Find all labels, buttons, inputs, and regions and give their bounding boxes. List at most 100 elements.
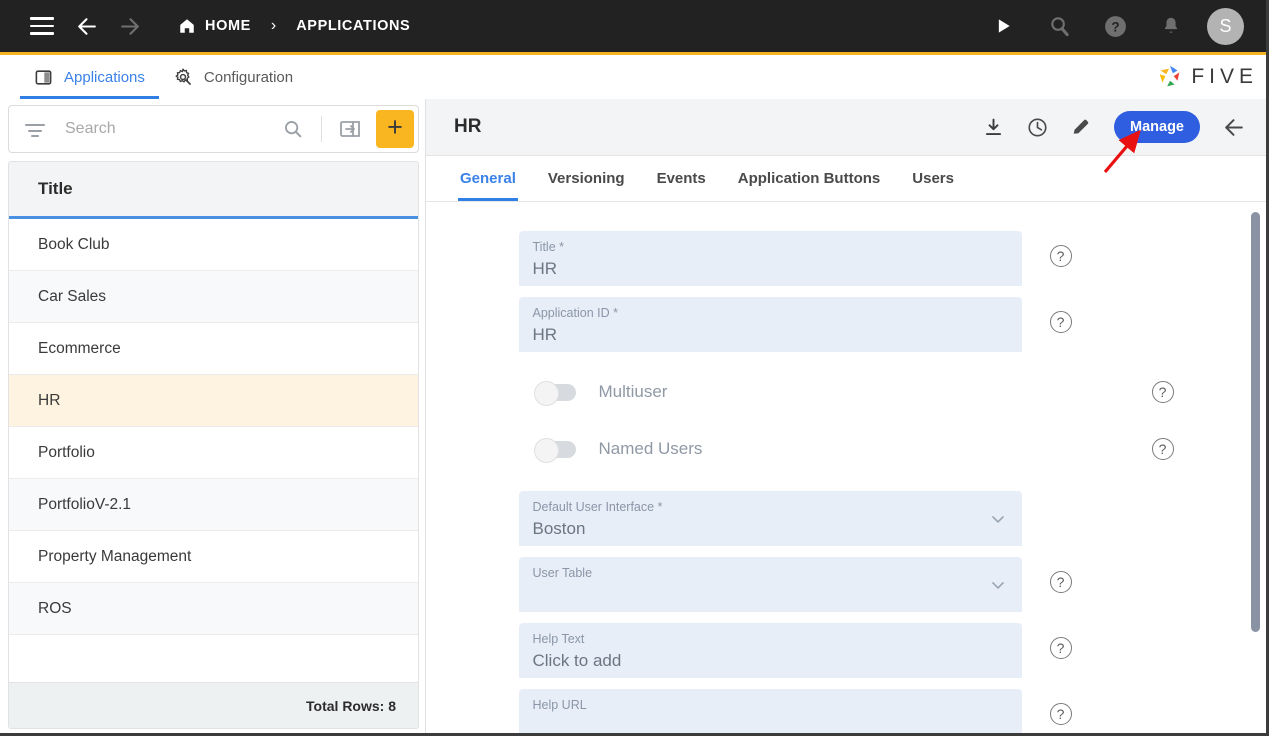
tab-versioning[interactable]: Versioning	[532, 156, 641, 201]
table-row[interactable]: Portfolio	[9, 427, 418, 479]
download-button[interactable]	[978, 112, 1008, 142]
search-magnifier-icon	[1050, 16, 1069, 36]
form-row-user-table: User Table ?	[518, 557, 1174, 612]
form-row-multiuser: Multiuser ?	[519, 373, 1174, 411]
search-button[interactable]	[273, 109, 313, 149]
five-logo-icon	[1160, 65, 1180, 87]
brand-text: FIVE	[1191, 65, 1258, 88]
notifications-bell-icon	[1164, 17, 1178, 33]
tab-applications[interactable]: Applications	[20, 55, 159, 99]
module-tab-strip: Applications Configuration FIVE	[0, 55, 1266, 99]
application-id-field-label: Application ID *	[532, 306, 618, 320]
breadcrumb-item-home[interactable]: HOME	[178, 17, 251, 35]
avatar[interactable]: S	[1207, 7, 1244, 45]
hamburger-menu-button[interactable]	[22, 6, 62, 46]
help-url-value	[533, 716, 1006, 733]
tab-events[interactable]: Events	[641, 156, 722, 201]
global-search-button[interactable]	[1039, 6, 1079, 46]
application-id-field[interactable]: Application ID * HR	[518, 297, 1022, 352]
notifications-button[interactable]	[1151, 6, 1191, 46]
form-row-help-text: Help Text Click to add ?	[518, 623, 1174, 678]
grid-column-header-title[interactable]: Title	[9, 162, 418, 219]
table-row[interactable]: Car Sales	[9, 271, 418, 323]
table-row[interactable]: PortfolioV-2.1	[9, 479, 418, 531]
edit-button[interactable]	[1066, 112, 1096, 142]
title-field-label: Title *	[532, 240, 565, 254]
table-row[interactable]: Property Management	[9, 531, 418, 583]
close-panel-button[interactable]	[1218, 112, 1248, 142]
form-row-help-url: Help URL ?	[518, 689, 1174, 733]
default-user-interface-label: Default User Interface *	[532, 500, 663, 514]
default-user-interface-value: Boston	[532, 519, 586, 538]
help-button[interactable]: ?	[1095, 6, 1135, 46]
toolbar-divider	[321, 116, 322, 142]
detail-panel: HR Manage General Versioning Events Appl…	[425, 99, 1266, 733]
applications-grid: Title Book Club Car Sales Ecommerce HR P…	[8, 161, 419, 729]
title-help-icon[interactable]: ?	[1049, 245, 1072, 267]
arrow-left-icon	[1224, 118, 1243, 136]
manage-button[interactable]: Manage	[1114, 111, 1200, 143]
run-button[interactable]	[983, 6, 1023, 46]
chevron-down-icon	[991, 515, 1004, 523]
breadcrumb-separator: ›	[270, 17, 277, 34]
vertical-scrollbar-thumb[interactable]	[1251, 212, 1260, 632]
table-row[interactable]: Ecommerce	[9, 323, 418, 375]
breadcrumb-item-applications[interactable]: APPLICATIONS	[296, 18, 410, 34]
search-input[interactable]	[65, 120, 273, 138]
tab-versioning-label: Versioning	[547, 170, 625, 187]
help-text-help-icon[interactable]: ?	[1049, 637, 1072, 659]
help-url-field[interactable]: Help URL	[518, 689, 1022, 733]
row-title: Property Management	[38, 547, 192, 565]
tab-configuration[interactable]: Configuration	[159, 55, 307, 99]
row-title: Car Sales	[38, 287, 107, 305]
tab-users[interactable]: Users	[896, 156, 970, 201]
filter-icon[interactable]	[23, 121, 47, 138]
forward-button[interactable]	[110, 6, 150, 46]
title-field-value: HR	[532, 259, 558, 278]
top-nav-left-controls	[22, 6, 150, 46]
application-id-help-icon[interactable]: ?	[1049, 311, 1072, 333]
tab-configuration-label: Configuration	[203, 68, 294, 86]
table-row-selected[interactable]: HR	[9, 375, 418, 427]
tab-application-buttons[interactable]: Application Buttons	[722, 156, 897, 201]
breadcrumb-applications-label: APPLICATIONS	[296, 18, 411, 34]
history-button[interactable]	[1022, 112, 1052, 142]
help-circle-icon: ?	[1104, 15, 1126, 37]
user-table-help-icon[interactable]: ?	[1049, 571, 1072, 593]
tab-general-label: General	[460, 170, 516, 187]
help-text-label: Help Text	[532, 632, 585, 646]
application-window: HOME › APPLICATIONS ? S Applications Con…	[0, 0, 1269, 736]
book-panel-icon	[35, 69, 52, 85]
table-row[interactable]: Book Club	[9, 219, 418, 271]
help-text-field[interactable]: Help Text Click to add	[518, 623, 1022, 678]
title-field[interactable]: Title * HR	[518, 231, 1022, 286]
named-users-toggle[interactable]	[533, 437, 576, 463]
breadcrumb-home-label: HOME	[205, 18, 251, 34]
help-text-value: Click to add	[532, 651, 622, 670]
page-body: + Title Book Club Car Sales Ecommerce	[0, 99, 1266, 733]
page-title: HR	[454, 116, 482, 137]
add-record-button[interactable]: +	[376, 110, 414, 148]
default-user-interface-select[interactable]: Default User Interface * Boston	[518, 491, 1022, 546]
detail-panel-header: HR Manage	[426, 99, 1266, 156]
named-users-help-icon[interactable]: ?	[1151, 438, 1174, 460]
back-button[interactable]	[66, 6, 106, 46]
form-row-title: Title * HR ?	[518, 231, 1174, 286]
row-title: Portfolio	[38, 443, 95, 461]
breadcrumb: HOME › APPLICATIONS	[178, 17, 410, 35]
history-clock-icon	[1027, 117, 1047, 137]
import-arrow-icon	[340, 121, 360, 137]
import-button[interactable]	[330, 109, 370, 149]
named-users-label: Named Users	[598, 439, 703, 458]
top-nav-actions: ? S	[983, 6, 1244, 46]
edit-pencil-icon	[1073, 119, 1089, 134]
multiuser-toggle[interactable]	[533, 380, 576, 406]
tab-general[interactable]: General	[444, 156, 532, 201]
user-table-select[interactable]: User Table	[518, 557, 1022, 612]
multiuser-help-icon[interactable]: ?	[1151, 381, 1174, 403]
help-url-help-icon[interactable]: ?	[1049, 703, 1072, 725]
vertical-scrollbar[interactable]	[1251, 210, 1260, 725]
form-fields-column: Title * HR ? Application ID * HR ? Multi…	[426, 231, 1266, 733]
table-row[interactable]: ROS	[9, 583, 418, 635]
search-icon	[285, 121, 302, 138]
